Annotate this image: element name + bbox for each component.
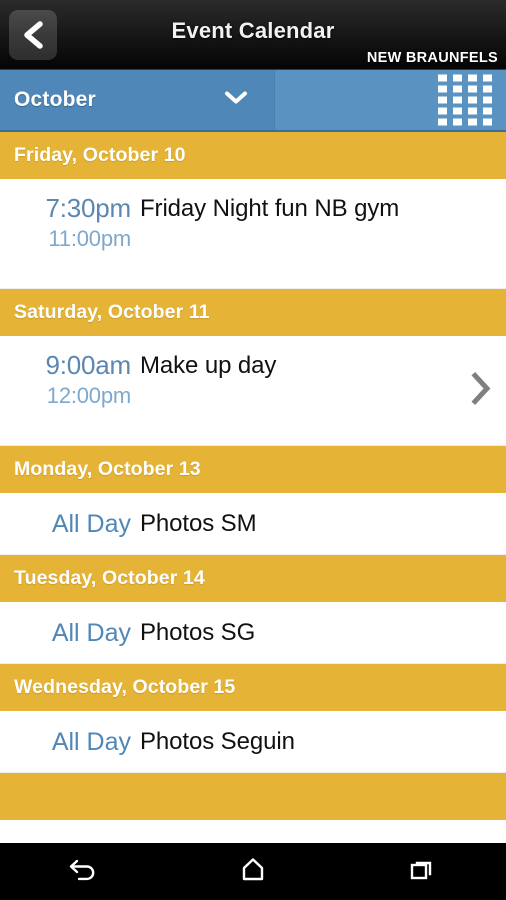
month-bar: October	[0, 70, 506, 132]
chevron-down-icon	[224, 91, 248, 110]
grid-view-button[interactable]	[275, 70, 506, 130]
app-title-bar: Event Calendar NEW BRAUNFELS	[0, 0, 506, 70]
event-row[interactable]: 9:00am 12:00pm Make up day	[0, 336, 506, 446]
event-start-time: 9:00am	[45, 350, 131, 380]
event-end-time: 11:00pm	[48, 226, 131, 251]
day-header: Wednesday, October 15	[0, 664, 506, 711]
android-recents-button[interactable]	[337, 843, 506, 900]
day-header: Saturday, October 11	[0, 289, 506, 336]
day-header: Tuesday, October 14	[0, 555, 506, 602]
event-all-day-label: All Day	[51, 509, 131, 538]
event-row[interactable]: All Day Photos SM	[0, 493, 506, 555]
event-time: 7:30pm 11:00pm	[0, 193, 140, 255]
month-label: October	[14, 88, 96, 111]
day-header: Monday, October 13	[0, 446, 506, 493]
event-start-time: 7:30pm	[45, 193, 131, 223]
grid-view-icon	[438, 74, 492, 126]
event-title: Make up day	[140, 352, 277, 379]
event-title: Photos SG	[140, 618, 256, 646]
event-all-day-label: All Day	[51, 727, 131, 756]
page-title: Event Calendar	[171, 18, 335, 43]
event-time: All Day	[0, 728, 140, 756]
event-title: Photos Seguin	[140, 727, 295, 755]
chevron-right-icon[interactable]	[470, 371, 492, 410]
organization-label: NEW BRAUNFELS	[366, 50, 498, 66]
android-back-button[interactable]	[0, 843, 169, 900]
android-recents-icon	[407, 855, 437, 888]
android-navigation-bar	[0, 843, 506, 900]
app-screen: Event Calendar NEW BRAUNFELS October Fri…	[0, 0, 506, 900]
event-row[interactable]: All Day Photos SG	[0, 602, 506, 664]
android-home-button[interactable]	[169, 843, 338, 900]
day-header: Friday, October 10	[0, 132, 506, 179]
event-title: Friday Night fun NB gym	[140, 195, 400, 222]
event-row[interactable]: 7:30pm 11:00pm Friday Night fun NB gym	[0, 179, 506, 289]
event-end-time: 12:00pm	[46, 383, 131, 408]
agenda-list[interactable]: Friday, October 10 7:30pm 11:00pm Friday Ni…	[0, 132, 506, 843]
android-back-icon	[67, 855, 101, 888]
event-time: 9:00am 12:00pm	[0, 350, 140, 412]
month-selector[interactable]: October	[0, 70, 275, 130]
day-header-partial	[0, 773, 506, 820]
event-title: Photos SM	[140, 509, 257, 537]
event-time: All Day	[0, 510, 140, 538]
event-time: All Day	[0, 619, 140, 647]
event-row[interactable]: All Day Photos Seguin	[0, 711, 506, 773]
android-home-icon	[238, 855, 268, 888]
event-all-day-label: All Day	[51, 618, 131, 647]
